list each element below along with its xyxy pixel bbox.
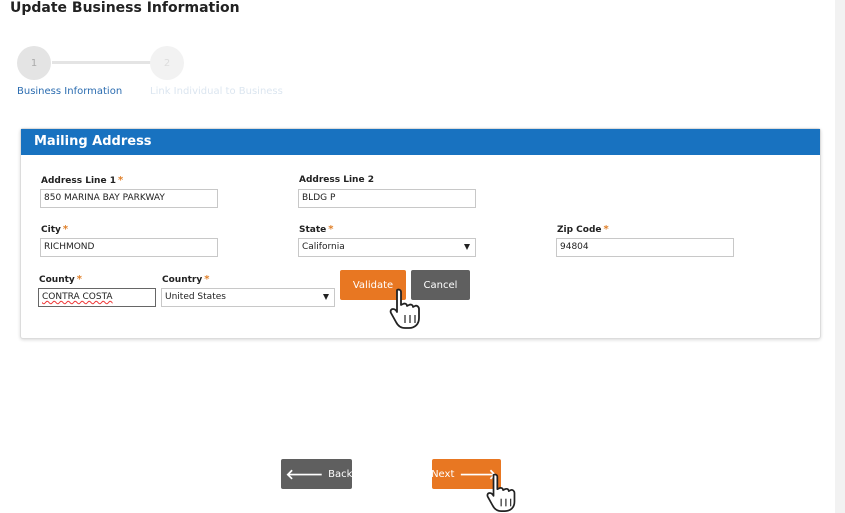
stepper-line	[52, 61, 152, 64]
back-button-label: Back	[328, 468, 353, 480]
required-mark: *	[204, 274, 210, 285]
address-line2-input[interactable]: BLDG P	[298, 189, 476, 208]
back-button[interactable]: 🡐 Back	[281, 459, 352, 489]
zip-label: Zip Code *	[557, 224, 609, 235]
required-mark: *	[62, 224, 69, 235]
state-label: State *	[299, 224, 334, 235]
panel-header: Mailing Address	[21, 129, 820, 155]
state-select[interactable]: California	[298, 238, 476, 257]
chevron-down-icon	[464, 244, 470, 250]
country-select[interactable]: United States	[161, 288, 335, 307]
country-select-value: United States	[165, 292, 226, 302]
arrow-left-icon: 🡐	[285, 466, 324, 483]
hand-pointer-icon	[486, 473, 516, 512]
county-input-value: CONTRA COSTA	[42, 292, 113, 302]
required-mark: *	[117, 175, 124, 186]
country-label: Country *	[162, 274, 210, 285]
step-2-label[interactable]: Link Individual to Business	[150, 86, 283, 97]
county-label: County *	[39, 274, 83, 285]
city-input[interactable]: RICHMOND	[40, 238, 218, 257]
city-label: City *	[41, 224, 69, 235]
address-line1-input[interactable]: 850 MARINA BAY PARKWAY	[40, 189, 218, 208]
hand-pointer-icon	[389, 288, 420, 329]
zip-input[interactable]: 94804	[556, 238, 734, 257]
address-line2-label: Address Line 2	[299, 175, 374, 185]
required-mark: *	[603, 224, 609, 235]
step-1-label[interactable]: Business Information	[17, 86, 122, 97]
required-mark: *	[328, 224, 334, 235]
next-button-label: Next	[431, 468, 455, 480]
step-1-circle[interactable]: 1	[17, 46, 51, 80]
page-title: Update Business Information	[10, 0, 240, 16]
page: Update Business Information 1 2 Business…	[0, 0, 835, 513]
required-mark: *	[76, 274, 83, 285]
state-select-value: California	[302, 242, 345, 252]
county-input[interactable]: CONTRA COSTA	[38, 288, 156, 307]
address-line1-label: Address Line 1 *	[41, 175, 124, 186]
chevron-down-icon	[323, 294, 329, 300]
right-gutter	[835, 0, 845, 513]
step-2-circle[interactable]: 2	[150, 46, 184, 80]
